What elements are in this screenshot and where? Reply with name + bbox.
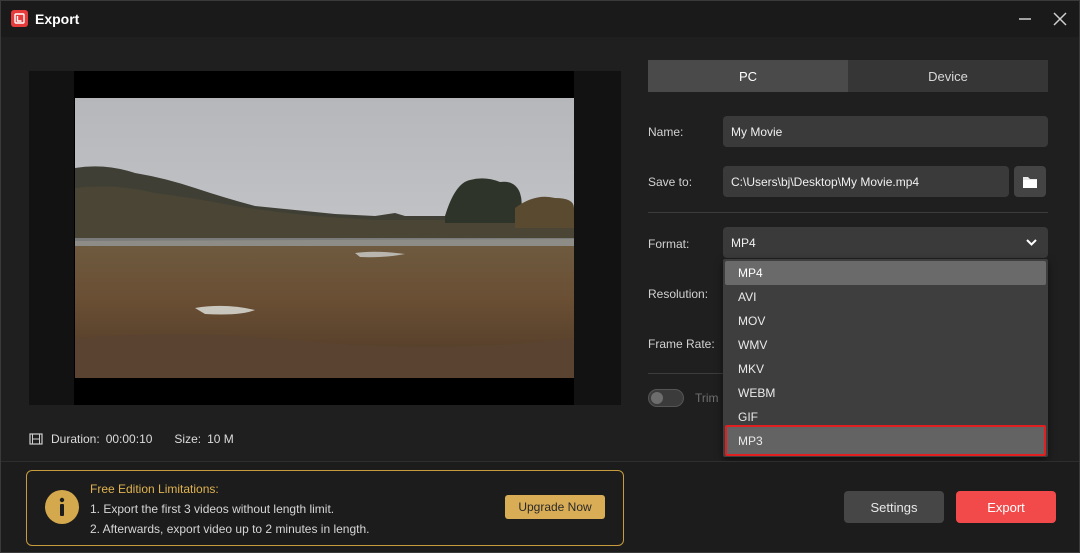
folder-icon [1023,176,1037,188]
minimize-icon[interactable] [1013,7,1037,31]
app-logo-icon [11,10,28,27]
format-option-mp4[interactable]: MP4 [725,261,1046,285]
format-option-mkv[interactable]: MKV [725,357,1046,381]
format-option-mp3[interactable]: MP3 [725,425,1046,456]
trim-toggle[interactable] [648,389,684,407]
info-icon [45,490,79,524]
frame-rate-label: Frame Rate: [648,337,715,351]
export-target-tabs: PC Device [648,60,1048,92]
notice-line-1: 1. Export the first 3 videos without len… [90,502,335,516]
format-select[interactable]: MP4 [723,227,1048,258]
window-title: Export [35,11,80,27]
duration-value: 00:00:10 [105,432,153,446]
size-value: 10 M [207,432,234,446]
duration-label: Duration: [51,432,100,446]
notice-title: Free Edition Limitations: [90,482,219,496]
format-selected-value: MP4 [731,235,756,250]
trim-label: Trim [695,391,719,405]
format-option-mov[interactable]: MOV [725,309,1046,333]
format-option-wmv[interactable]: WMV [725,333,1046,357]
export-window: Export Duration: 00:00:10 Size: 10 M PC … [0,0,1080,553]
format-option-avi[interactable]: AVI [725,285,1046,309]
export-button[interactable]: Export [956,491,1056,523]
settings-button[interactable]: Settings [844,491,944,523]
title-bar: Export [1,1,1079,37]
name-field[interactable]: My Movie [723,116,1048,147]
browse-folder-button[interactable] [1014,166,1046,197]
close-icon[interactable] [1048,7,1072,31]
video-info: Duration: 00:00:10 Size: 10 M [29,431,256,447]
notice-line-2: 2. Afterwards, export video up to 2 minu… [90,522,370,536]
name-label: Name: [648,125,684,139]
upgrade-now-button[interactable]: Upgrade Now [505,495,605,519]
format-label: Format: [648,237,690,251]
film-icon [29,433,43,445]
tab-pc[interactable]: PC [648,60,848,92]
resolution-label: Resolution: [648,287,709,301]
size-label: Size: [174,432,202,446]
tab-device[interactable]: Device [848,60,1048,92]
toggle-knob [651,392,663,404]
format-option-webm[interactable]: WEBM [725,381,1046,405]
free-edition-notice: Free Edition Limitations: 1. Export the … [26,470,624,546]
save-path-field[interactable]: C:\Users\bj\Desktop\My Movie.mp4 [723,166,1009,197]
section-divider [648,212,1048,213]
format-dropdown-list: MP4 AVI MOV WMV MKV WEBM GIF MP3 [723,259,1048,457]
chevron-down-icon [1026,239,1037,246]
save-to-label: Save to: [648,175,693,189]
video-preview [29,71,621,405]
video-frame [75,98,574,378]
